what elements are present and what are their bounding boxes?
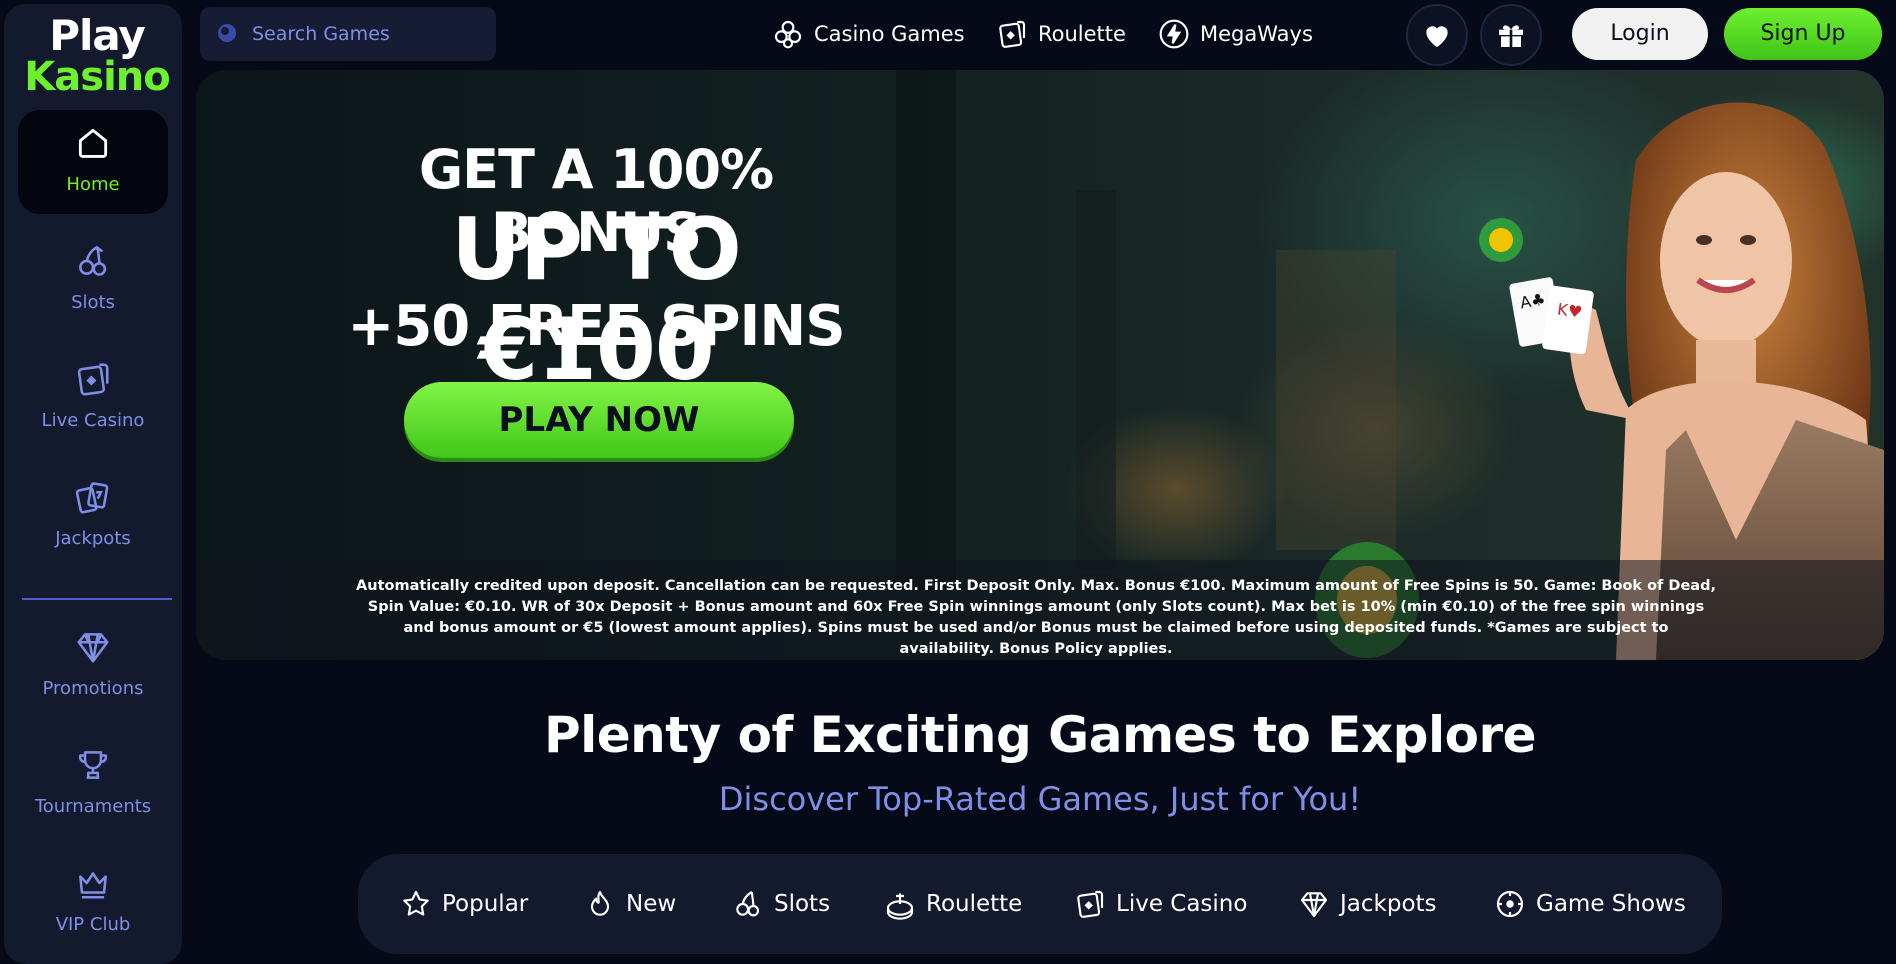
sidebar-item-label: Slots (71, 292, 115, 313)
sidebar-item-label: Promotions (42, 678, 144, 699)
diamond-icon (1300, 892, 1328, 918)
topnav-label: Roulette (1038, 22, 1126, 46)
svg-text:K♥: K♥ (1556, 300, 1583, 322)
favorites-button[interactable] (1406, 4, 1468, 66)
gift-icon (1499, 25, 1523, 47)
gift-button[interactable] (1480, 4, 1542, 66)
trophy-icon (78, 751, 108, 779)
search-placeholder: Search Games (252, 23, 390, 45)
diamond-icon (77, 633, 109, 663)
hero-terms-text: Automatically credited upon deposit. Can… (356, 578, 1716, 657)
game-show-icon (1496, 890, 1524, 918)
card-icon (999, 20, 1026, 48)
cherry-icon (79, 245, 107, 276)
home-icon (78, 128, 108, 158)
sidebar-divider (22, 598, 172, 600)
category-label: Slots (774, 891, 831, 917)
category-label: Popular (442, 891, 529, 917)
hero-terms: Automatically credited upon deposit. Can… (196, 560, 1884, 660)
section-subtitle: Discover Top-Rated Games, Just for You! (718, 780, 1362, 818)
category-jackpots[interactable]: Jackpots (1298, 884, 1437, 924)
sidebar-item-vip-club[interactable]: VIP Club (18, 850, 168, 954)
category-new[interactable]: New (584, 884, 676, 924)
hero-headline-3: +50 FREE SPINS (347, 294, 845, 359)
hero-bg-pillar (896, 70, 956, 590)
category-label: Jackpots (1340, 891, 1437, 917)
category-roulette[interactable]: Roulette (884, 884, 1022, 924)
clover-icon (774, 20, 802, 49)
search-icon (218, 24, 236, 42)
sidebar-item-promotions[interactable]: Promotions (18, 614, 168, 718)
login-button[interactable]: Login (1572, 8, 1708, 60)
topnav-label: Casino Games (814, 22, 965, 46)
logo-line2: Kasino (24, 54, 170, 100)
category-bar: Popular New Slots Roulette Live Casino J… (358, 854, 1722, 954)
sidebar-item-live-casino[interactable]: Live Casino (18, 346, 168, 450)
signup-button[interactable]: Sign Up (1724, 8, 1882, 60)
category-popular[interactable]: Popular (400, 884, 528, 924)
heart-icon (1426, 26, 1448, 47)
sidebar-item-label: Live Casino (41, 410, 145, 431)
sidebar: Play Kasino Home Slots Live Casino Jackp… (4, 4, 182, 964)
lightning-icon (1159, 19, 1189, 49)
sidebar-item-home[interactable]: Home (18, 110, 168, 214)
hero-bg-pillar (1076, 190, 1116, 570)
flame-icon (590, 890, 610, 916)
category-live-casino[interactable]: Live Casino (1074, 884, 1247, 924)
sidebar-item-label: Tournaments (34, 796, 152, 817)
hero-bg-window (1276, 250, 1396, 550)
play-now-button[interactable]: PLAY NOW (404, 382, 794, 458)
card-icon (1077, 890, 1104, 918)
card-icon (77, 363, 109, 396)
sidebar-item-label: VIP Club (55, 914, 131, 935)
star-icon (403, 890, 429, 916)
logo-line1: Play (49, 11, 146, 60)
roulette-icon (886, 893, 914, 920)
sidebar-item-slots[interactable]: Slots (18, 228, 168, 332)
sidebar-item-tournaments[interactable]: Tournaments (18, 732, 168, 836)
category-label: New (626, 891, 677, 917)
sidebar-item-jackpots[interactable]: Jackpots (18, 464, 168, 568)
topnav-label: MegaWays (1200, 22, 1313, 46)
cherry-icon (736, 891, 760, 917)
topnav-roulette[interactable]: Roulette (996, 14, 1126, 54)
topnav-casino-games[interactable]: Casino Games (772, 14, 965, 54)
category-label: Live Casino (1116, 891, 1248, 917)
category-label: Roulette (926, 891, 1023, 917)
sidebar-item-label: Jackpots (55, 528, 131, 549)
category-slots[interactable]: Slots (732, 884, 830, 924)
cards-icon (75, 482, 109, 514)
category-game-shows[interactable]: Game Shows (1494, 884, 1686, 924)
sidebar-item-label: Home (66, 174, 120, 195)
crown-icon (79, 872, 107, 899)
section-title: Plenty of Exciting Games to Explore (543, 706, 1537, 764)
category-label: Game Shows (1536, 891, 1686, 917)
logo[interactable]: Play Kasino (22, 11, 172, 102)
hero-banner: GET A 100% BONUS UP TO €100 +50 FREE SPI… (196, 70, 1884, 660)
topnav-megaways[interactable]: MegaWays (1158, 14, 1313, 54)
search-input[interactable]: Search Games (200, 7, 496, 61)
